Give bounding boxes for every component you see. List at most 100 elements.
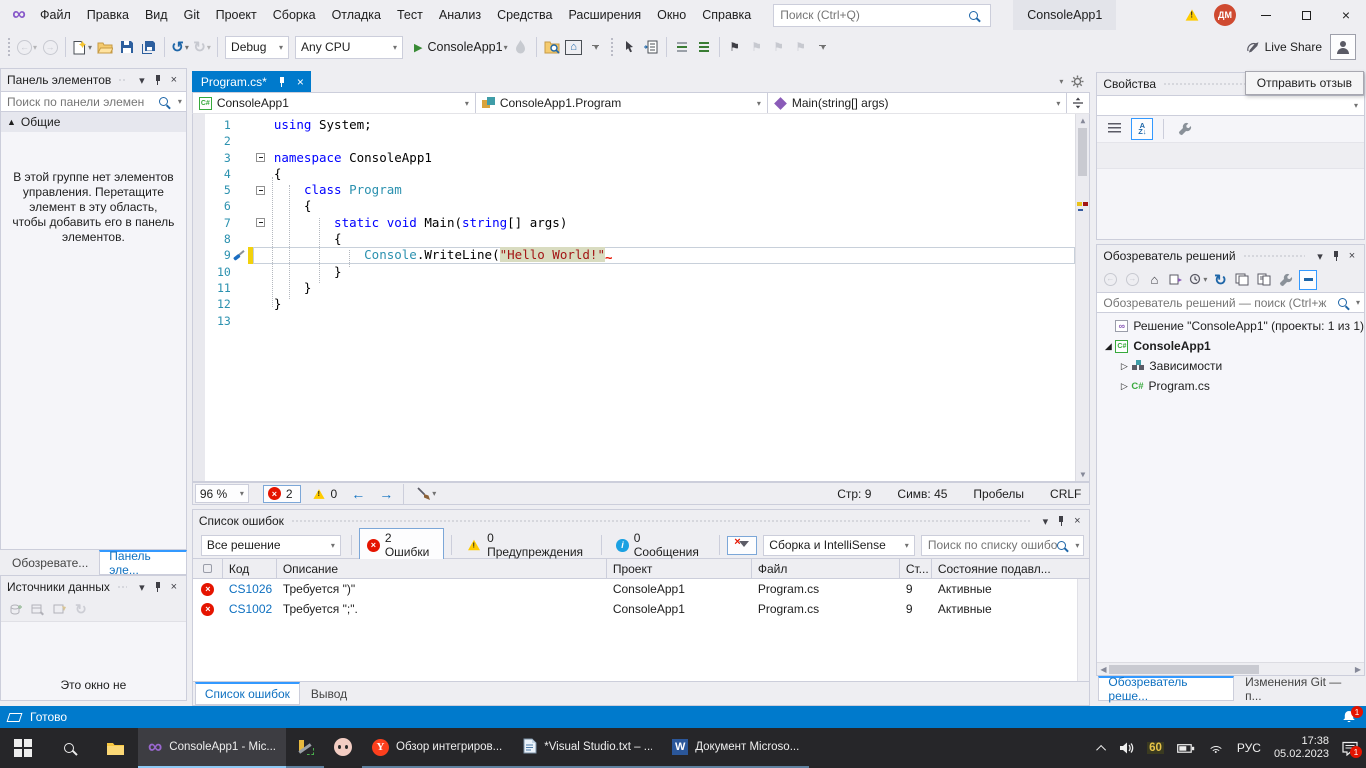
show-all-files-icon[interactable] [1299, 270, 1317, 290]
quick-actions-screwdriver-icon[interactable] [231, 247, 248, 263]
code-line-11[interactable]: 11 } [205, 280, 1076, 296]
right-dock-tab-1[interactable]: Изменения Git — п... [1235, 676, 1365, 701]
quick-search-input[interactable]: Поиск (Ctrl+Q) [773, 4, 991, 27]
save-icon[interactable] [116, 35, 138, 59]
suppression-column-header[interactable]: Состояние подавл... [932, 559, 1090, 578]
error-list-scrollbar[interactable] [1077, 579, 1089, 681]
document-tab-program-cs[interactable]: Program.cs* × [192, 71, 311, 92]
document-outline-icon[interactable] [640, 35, 662, 59]
menubar-item-6[interactable]: Отладка [324, 0, 389, 30]
code-line-1[interactable]: 1using System; [205, 117, 1076, 133]
line-column-header[interactable]: Ст... [900, 559, 932, 578]
refresh-icon[interactable]: ↻ [1211, 270, 1229, 290]
forward-icon[interactable]: → [1123, 270, 1141, 290]
tray-overflow-chevron-icon[interactable] [1096, 744, 1106, 754]
scroll-up-icon[interactable]: ▲ [1076, 116, 1089, 125]
tree-item-3[interactable]: ▷C#Program.cs [1097, 376, 1364, 396]
menubar-item-3[interactable]: Git [176, 0, 208, 30]
code-line-3[interactable]: 3namespace ConsoleApp1 [205, 150, 1076, 166]
menubar-item-5[interactable]: Сборка [265, 0, 324, 30]
taskbar-app-yandex-browser[interactable]: YОбзор интегриров... [362, 728, 512, 768]
editor-vertical-scrollbar[interactable]: ▲ ▼ [1075, 114, 1089, 481]
toolbox-pin-icon[interactable] [150, 72, 166, 88]
data-sources-titlebar[interactable]: Источники данных ▾ × [1, 576, 186, 598]
editor-warnings-indicator[interactable]: 0 [311, 487, 338, 501]
find-in-files-icon[interactable] [541, 35, 563, 59]
battery-icon[interactable] [1177, 743, 1195, 754]
file-explorer-button[interactable] [92, 728, 138, 768]
code-line-5[interactable]: 5 class Program [205, 182, 1076, 198]
messages-filter-button[interactable]: i 0 Сообщения [609, 529, 712, 561]
property-pages-wrench-icon[interactable] [1174, 118, 1196, 140]
collapse-expander-icon[interactable]: ◢ [1101, 341, 1115, 352]
code-line-4[interactable]: 4{ [205, 166, 1076, 182]
new-file-icon[interactable]: ▾ [70, 35, 94, 59]
error-list-close-icon[interactable]: × [1069, 513, 1085, 529]
configure-data-source-icon[interactable] [31, 603, 45, 616]
battery-percent-indicator[interactable]: 60 [1147, 742, 1164, 754]
bottom-panel-tab-1[interactable]: Вывод [301, 682, 357, 705]
member-dropdown[interactable]: Main(string[] args) ▾ [768, 93, 1068, 113]
open-folder-icon[interactable] [94, 35, 116, 59]
platform-dropdown[interactable]: Any CPU▾ [295, 36, 403, 59]
tab-pin-icon[interactable] [274, 74, 290, 90]
code-line-13[interactable]: 13 [205, 313, 1076, 329]
tree-item-1[interactable]: ◢C#ConsoleApp1 [1097, 336, 1364, 356]
error-list-search-input[interactable]: Поиск по списку ошибо ▾ [921, 535, 1085, 556]
fold-collapse-icon[interactable] [253, 182, 269, 198]
hot-reload-icon[interactable] [510, 35, 532, 59]
navigate-back-icon[interactable]: ←▾ [15, 35, 39, 59]
clock[interactable]: 17:38 05.02.2023 [1274, 735, 1329, 761]
collapse-all-icon[interactable] [1233, 270, 1251, 290]
menubar-item-11[interactable]: Окно [649, 0, 694, 30]
project-column-header[interactable]: Проект [607, 559, 752, 578]
notifications-button[interactable]: 1 [1342, 710, 1356, 724]
properties-wrench-icon[interactable] [1277, 270, 1295, 290]
spaces-indicator[interactable]: Пробелы [973, 487, 1024, 501]
bookmark-overflow-icon[interactable]: ▾ [812, 35, 834, 59]
close-button[interactable]: × [1326, 0, 1366, 30]
intellisense-filter-dropdown[interactable]: Сборка и IntelliSense▾ [763, 535, 915, 556]
data-sources-pin-icon[interactable] [150, 579, 166, 595]
toolbox-group-header[interactable]: ▲ Общие [1, 112, 186, 132]
browser-home-icon[interactable]: ⌂ [563, 35, 585, 59]
tree-item-2[interactable]: ▷Зависимости [1097, 356, 1364, 376]
previous-bookmark-icon[interactable]: ⚑ [746, 35, 768, 59]
menubar-item-10[interactable]: Расширения [560, 0, 649, 30]
toolbox-titlebar[interactable]: Панель элементов ▾ × [1, 69, 186, 91]
error-scope-dropdown[interactable]: Все решение▾ [201, 535, 341, 556]
scroll-right-icon[interactable]: ▶ [1352, 665, 1364, 674]
toggle-bookmark-icon[interactable]: ⚑ [724, 35, 746, 59]
editor-settings-gear-icon[interactable] [1071, 75, 1084, 88]
code-line-6[interactable]: 6 { [205, 198, 1076, 214]
scrollbar-thumb[interactable] [1078, 128, 1087, 176]
solution-explorer-options-icon[interactable]: ▾ [1312, 248, 1328, 264]
navigate-forward-icon[interactable]: → [39, 35, 61, 59]
refresh-data-source-icon[interactable]: ↻ [75, 601, 87, 618]
description-column-header[interactable]: Описание [277, 559, 607, 578]
error-code-link[interactable]: CS1026 [223, 582, 277, 596]
zoom-dropdown[interactable]: 96 % ▾ [195, 484, 249, 503]
bottom-panel-tab-0[interactable]: Список ошибок [195, 682, 300, 705]
back-icon[interactable]: ← [1101, 270, 1119, 290]
project-dropdown[interactable]: C# ConsoleApp1 ▾ [193, 93, 476, 113]
preview-selected-icon[interactable] [1255, 270, 1273, 290]
menubar-item-2[interactable]: Вид [137, 0, 176, 30]
solution-horizontal-scrollbar[interactable]: ◀ ▶ [1097, 662, 1364, 675]
code-editor[interactable]: 1using System;23namespace ConsoleApp14{5… [192, 114, 1091, 482]
code-line-10[interactable]: 10 } [205, 264, 1076, 280]
minimize-button[interactable] [1246, 0, 1286, 30]
next-issue-arrow-icon[interactable]: → [379, 486, 393, 502]
menubar-item-1[interactable]: Правка [79, 0, 137, 30]
wifi-icon[interactable] [1208, 742, 1224, 754]
clear-filters-button[interactable] [727, 536, 757, 555]
clear-bookmarks-icon[interactable]: ⚑ [790, 35, 812, 59]
menubar-item-7[interactable]: Тест [389, 0, 431, 30]
error-row-CS1026[interactable]: ×CS1026Требуется ")"ConsoleApp1Program.c… [193, 579, 1090, 599]
expand-expander-icon[interactable]: ▷ [1117, 361, 1131, 372]
decrease-indent-icon[interactable] [671, 35, 693, 59]
taskbar-search-button[interactable] [46, 728, 92, 768]
add-data-source-icon[interactable] [9, 603, 23, 616]
menubar-item-0[interactable]: Файл [32, 0, 79, 30]
code-line-12[interactable]: 12} [205, 296, 1076, 312]
